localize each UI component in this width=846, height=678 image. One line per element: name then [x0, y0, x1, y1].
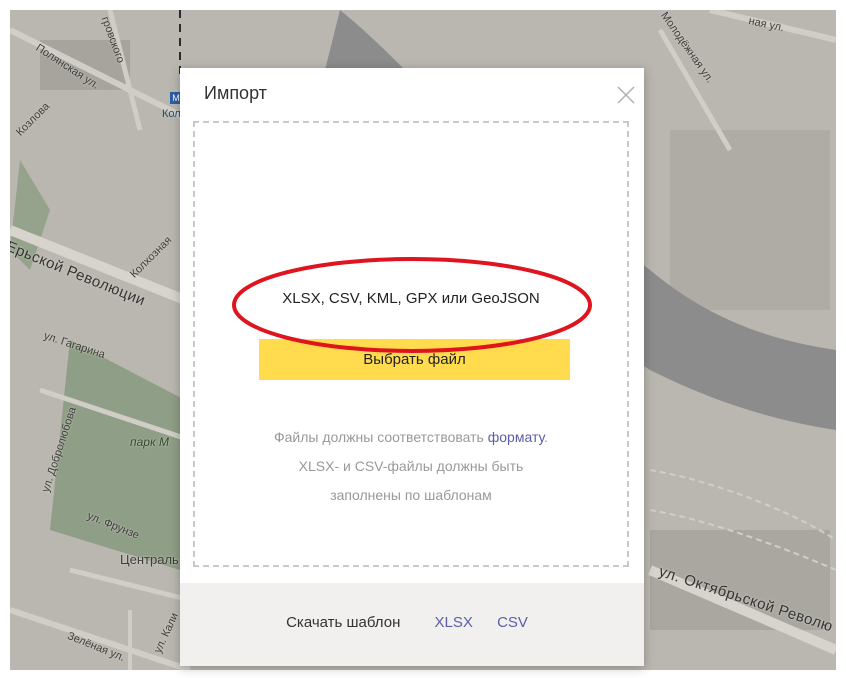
hint-prefix: Файлы должны соответствовать: [273, 429, 488, 445]
download-template-label: Скачать шаблон: [286, 614, 401, 631]
map-district-label: Централь: [120, 552, 179, 567]
dialog-title: Импорт: [204, 83, 267, 103]
file-dropzone[interactable]: XLSX, CSV, KML, GPX или GeoJSON Выбрать …: [193, 121, 629, 567]
supported-formats-text: XLSX, CSV, KML, GPX или GeoJSON: [282, 290, 540, 307]
format-link[interactable]: формату: [488, 429, 544, 445]
import-dialog: Импорт XLSX, CSV, KML, GPX или GeoJSON В…: [180, 68, 644, 666]
choose-file-button[interactable]: Выбрать файл: [259, 339, 570, 380]
map-park-label: парк М: [130, 435, 169, 449]
close-icon[interactable]: [616, 85, 636, 105]
template-footer: Скачать шаблон XLSX CSV: [180, 583, 644, 666]
format-hint: Файлы должны соответствовать формату. XL…: [195, 423, 627, 510]
hint-line-2: XLSX- и CSV-файлы должны быть: [298, 458, 524, 474]
hint-line-1: Файлы должны соответствовать формату.: [195, 423, 627, 452]
hint-suffix: .: [544, 429, 549, 445]
download-xlsx-link[interactable]: XLSX: [435, 614, 473, 631]
hint-line-3: заполнены по шаблонам: [330, 487, 492, 503]
download-csv-link[interactable]: CSV: [497, 614, 528, 631]
